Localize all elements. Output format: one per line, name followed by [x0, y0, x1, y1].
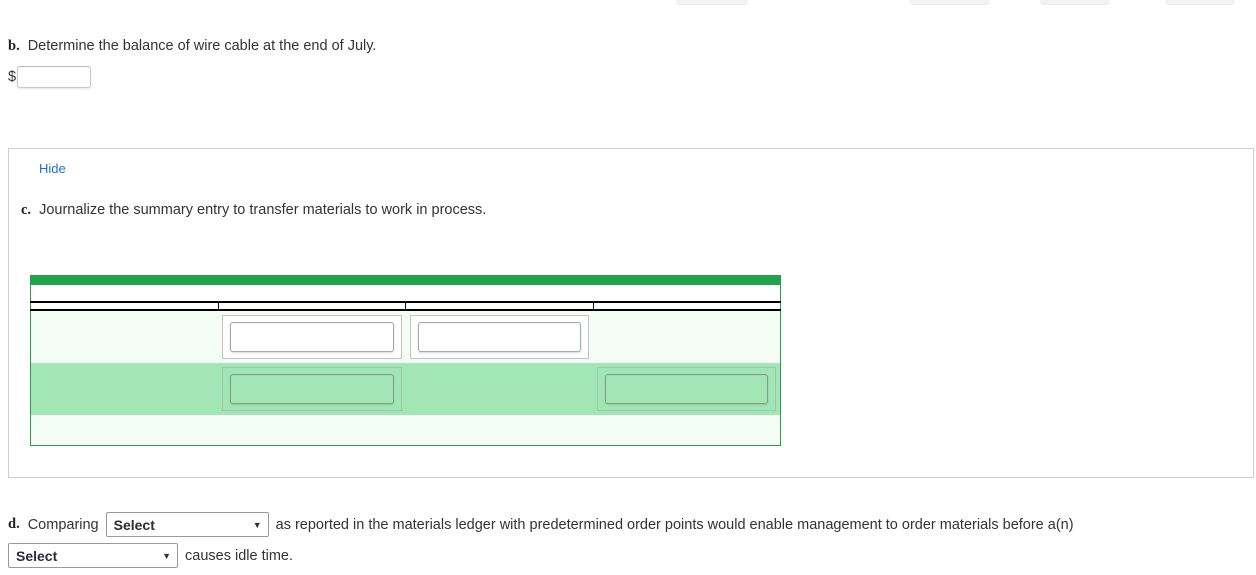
section-b-question: b. Determine the balance of wire cable a…	[8, 38, 1108, 55]
row-2-credit-input[interactable]	[605, 374, 768, 404]
top-cutoff-segment	[910, 0, 990, 5]
section-b-answer-row: $	[8, 66, 1108, 88]
top-cutoff-segment	[1040, 0, 1110, 5]
section-c: c. Journalize the summary entry to trans…	[21, 202, 921, 219]
row-1-debit-box	[409, 315, 589, 359]
row-2-credit-box	[597, 367, 776, 411]
hide-link[interactable]: Hide	[39, 161, 66, 176]
section-b: b. Determine the balance of wire cable a…	[8, 38, 1108, 88]
row-1-account-input[interactable]	[230, 322, 394, 352]
cause-select[interactable]: Select	[8, 543, 178, 568]
row-2-debit-cell	[405, 363, 593, 415]
section-b-letter: b.	[8, 38, 20, 54]
row-2-account-cell	[218, 363, 406, 415]
section-d-text-3: causes idle time.	[185, 547, 293, 564]
row-1-debit-input[interactable]	[417, 322, 581, 352]
row-1-account-cell	[218, 310, 406, 363]
top-cutoff-elements	[0, 0, 1256, 6]
table-header-spacer	[30, 285, 781, 302]
journal-entry-table	[30, 275, 781, 446]
section-c-question: c. Journalize the summary entry to trans…	[21, 202, 921, 219]
section-d-letter: d.	[8, 516, 20, 532]
section-d: d. Comparing Select ▼ as reported in the…	[8, 512, 1256, 568]
row-1-debit-cell	[406, 310, 594, 363]
column-rule-account	[218, 301, 406, 311]
section-c-panel: Hide c. Journalize the summary entry to …	[8, 148, 1254, 478]
balance-amount-input[interactable]	[17, 66, 92, 88]
section-d-text-1: Comparing	[27, 516, 99, 533]
section-d-line-2: Select ▼ causes idle time.	[8, 543, 1256, 568]
section-c-letter: c.	[21, 202, 32, 218]
table-header-spacer-cell	[30, 285, 781, 302]
select-1-wrapper: Select ▼	[105, 512, 269, 537]
row-2-date-cell	[30, 363, 218, 415]
table-row	[30, 363, 781, 415]
table-footer-row	[30, 415, 781, 446]
column-rule-debit	[405, 301, 594, 311]
journal-entry-table-wrapper	[30, 275, 781, 446]
section-d-text-2: as reported in the materials ledger with…	[275, 516, 1074, 533]
table-column-rule	[30, 301, 781, 311]
column-rule-credit	[593, 301, 781, 311]
currency-symbol: $	[8, 69, 17, 85]
column-rule-date	[30, 301, 219, 311]
row-1-credit-cell	[593, 310, 781, 363]
table-accent-bar-cell	[30, 275, 781, 285]
section-b-prompt: Determine the balance of wire cable at t…	[27, 38, 377, 54]
row-2-account-input[interactable]	[230, 374, 394, 404]
select-2-wrapper: Select ▼	[8, 543, 178, 568]
table-accent-bar	[30, 275, 781, 285]
section-c-prompt: Journalize the summary entry to transfer…	[39, 202, 487, 218]
table-row	[31, 310, 781, 363]
comparing-select[interactable]: Select	[105, 512, 269, 537]
top-cutoff-segment	[676, 0, 748, 5]
top-cutoff-segment	[1165, 0, 1235, 5]
row-2-account-box	[222, 367, 402, 411]
section-d-line-1: d. Comparing Select ▼ as reported in the…	[8, 512, 1256, 537]
table-footer-cell	[30, 415, 781, 446]
row-1-date-cell	[31, 310, 219, 363]
row-2-credit-cell	[593, 363, 781, 415]
row-1-account-box	[222, 315, 402, 359]
